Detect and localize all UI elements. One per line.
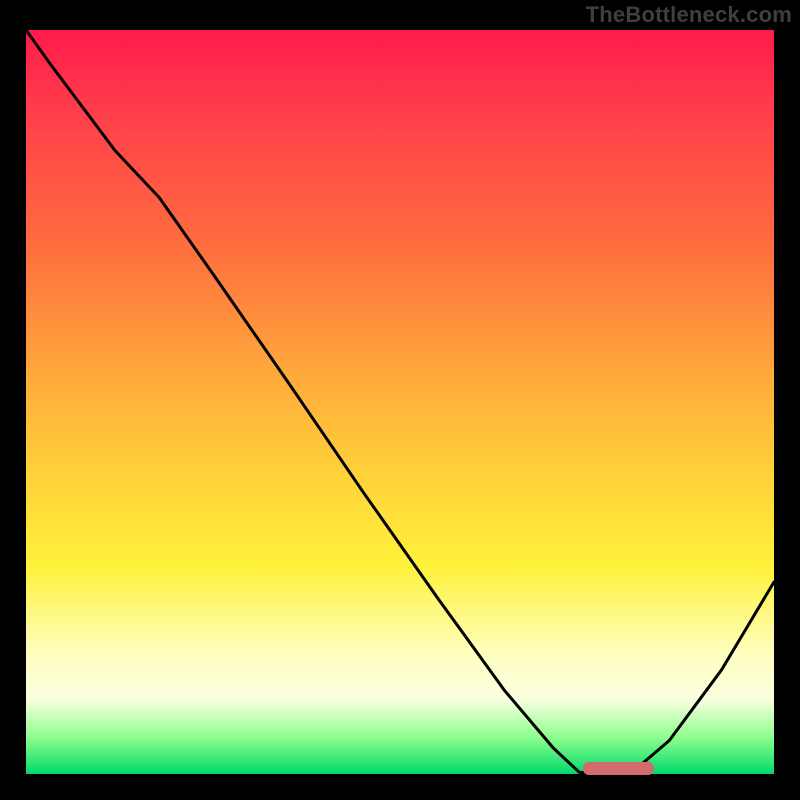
optimum-marker — [583, 762, 654, 775]
curve-svg — [26, 30, 774, 774]
bottleneck-curve — [26, 30, 774, 773]
chart-frame: TheBottleneck.com — [0, 0, 800, 800]
plot-area — [26, 30, 774, 774]
watermark-text: TheBottleneck.com — [586, 2, 792, 28]
